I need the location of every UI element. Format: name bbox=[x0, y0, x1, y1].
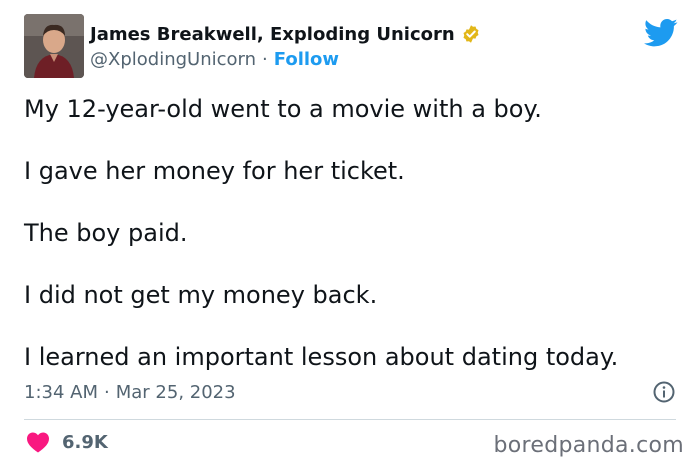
follow-button[interactable]: Follow bbox=[274, 49, 339, 70]
tweet-line: The boy paid. bbox=[24, 219, 188, 247]
tweet-date: Mar 25, 2023 bbox=[115, 382, 236, 403]
tweet-line: I learned an important lesson about dati… bbox=[24, 343, 619, 371]
author-handle-row: @XplodingUnicorn · Follow bbox=[90, 49, 339, 70]
like-count: 6.9K bbox=[62, 431, 108, 453]
author-display-name[interactable]: James Breakwell, Exploding Unicorn bbox=[90, 24, 455, 45]
divider bbox=[24, 419, 676, 420]
author-name-row[interactable]: James Breakwell, Exploding Unicorn bbox=[90, 22, 481, 46]
twitter-bird-icon[interactable] bbox=[644, 18, 678, 48]
tweet-line: I gave her money for her ticket. bbox=[24, 157, 405, 185]
avatar[interactable] bbox=[24, 14, 84, 78]
separator: · bbox=[104, 382, 110, 403]
separator: · bbox=[262, 49, 268, 70]
like-button[interactable]: 6.9K bbox=[26, 430, 108, 454]
heart-icon bbox=[26, 431, 50, 453]
tweet-line: My 12-year-old went to a movie with a bo… bbox=[24, 95, 542, 123]
tweet-time: 1:34 AM bbox=[24, 382, 98, 403]
info-icon[interactable] bbox=[652, 380, 676, 404]
author-handle[interactable]: @XplodingUnicorn bbox=[90, 49, 256, 70]
tweet-line: I did not get my money back. bbox=[24, 281, 378, 309]
tweet-timestamp[interactable]: 1:34 AM · Mar 25, 2023 bbox=[24, 382, 236, 403]
watermark: boredpanda.com bbox=[493, 433, 684, 458]
verified-badge-icon bbox=[461, 24, 481, 44]
tweet-text: My 12-year-old went to a movie with a bo… bbox=[24, 94, 684, 372]
